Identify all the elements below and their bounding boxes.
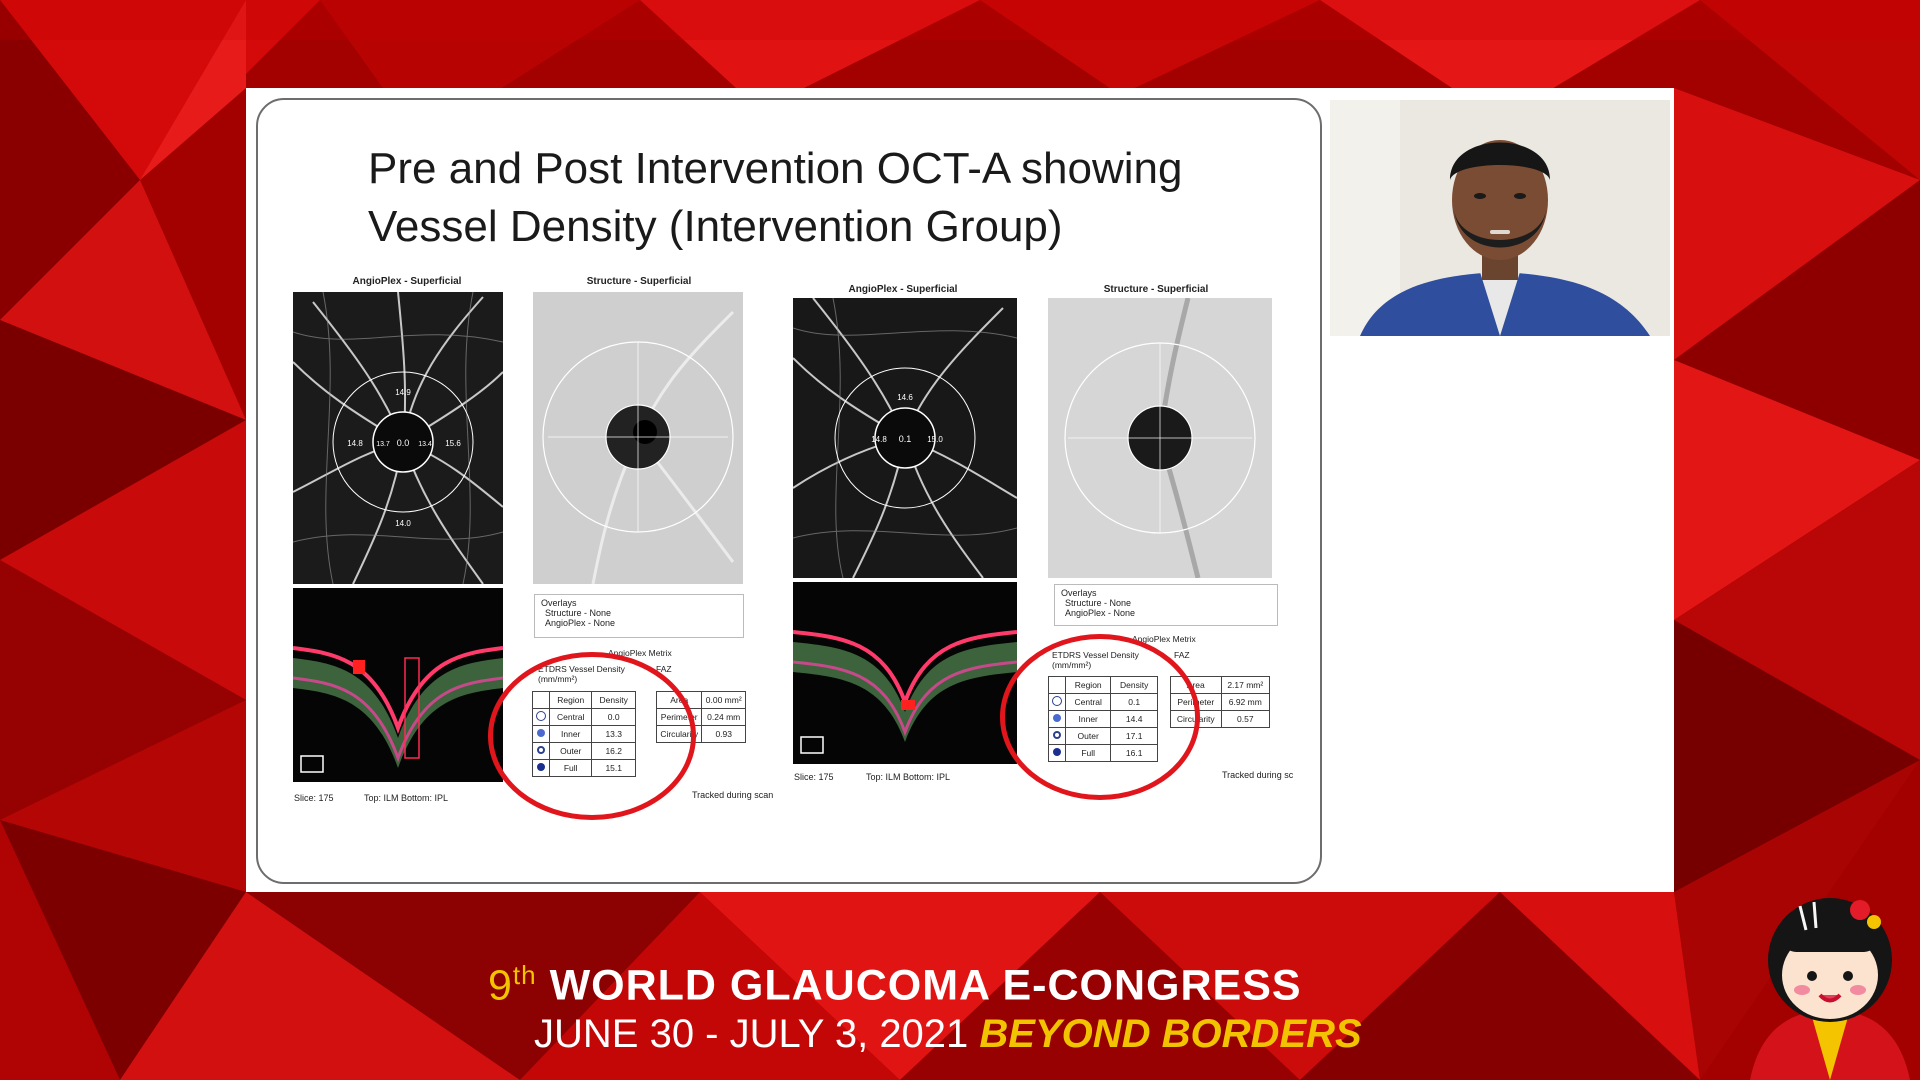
post-faz-title: FAZ xyxy=(1174,650,1190,660)
pre-top-bottom-label: Top: ILM Bottom: IPL xyxy=(364,793,449,803)
post-angio-right-value: 15.0 xyxy=(927,435,943,444)
pre-angioplex-caption: AngioPlex - Superficial xyxy=(352,276,462,287)
presenter-webcam-video xyxy=(1330,100,1670,336)
slide-title-line-2: Vessel Density (Intervention Group) xyxy=(368,202,1063,251)
pre-angio-left-value: 14.8 xyxy=(347,439,363,448)
pre-angio-center-value: 0.0 xyxy=(397,438,410,448)
pre-overlays-box: Overlays Structure - None AngioPlex - No… xyxy=(534,594,744,638)
pre-highlight-circle xyxy=(488,652,696,820)
post-structure-image xyxy=(1048,298,1272,578)
pre-structure-caption: Structure - Superficial xyxy=(586,276,692,287)
post-overlay-angioplex: AngioPlex - None xyxy=(1065,608,1136,618)
post-slice-label: Slice: 175 xyxy=(794,772,834,782)
slide-title-line-1: Pre and Post Intervention OCT-A showing xyxy=(368,144,1183,193)
faz-value-cell: 2.17 mm² xyxy=(1220,676,1271,694)
post-highlight-circle xyxy=(1000,634,1200,800)
pre-angio-inner-right-value: 13.4 xyxy=(418,441,432,448)
post-top-bottom-label: Top: ILM Bottom: IPL xyxy=(866,772,951,782)
pre-structure-image xyxy=(533,292,743,584)
post-bscan-image xyxy=(793,582,1017,764)
event-dates: JUNE 30 - JULY 3, 2021 xyxy=(534,1012,969,1056)
event-ordinal: 9 xyxy=(488,961,513,1010)
pre-overlay-angioplex: AngioPlex - None xyxy=(545,618,616,628)
pre-angio-right-value: 15.6 xyxy=(445,439,461,448)
event-dates-line: JUNE 30 - JULY 3, 2021 BEYOND BORDERS xyxy=(534,1012,1362,1057)
pre-angioplex-image: 0.0 14.9 14.8 13.7 13.4 15.6 14.0 xyxy=(293,292,503,584)
faz-value-cell: 0.24 mm xyxy=(701,708,746,726)
post-overlay-structure: Structure - None xyxy=(1065,598,1132,608)
pre-slice-label: Slice: 175 xyxy=(294,793,334,803)
faz-value-cell: 0.00 mm² xyxy=(701,691,746,709)
pre-bscan-image xyxy=(293,588,503,782)
post-angio-left-value: 14.8 xyxy=(871,435,887,444)
post-overlays-title: Overlays xyxy=(1061,588,1097,598)
pre-angio-bottom-value: 14.0 xyxy=(395,519,411,528)
event-name: WORLD GLAUCOMA E-CONGRESS xyxy=(549,961,1302,1010)
post-overlays-box: Overlays Structure - None AngioPlex - No… xyxy=(1054,584,1278,626)
post-tracked-label: Tracked during sc xyxy=(1222,770,1294,780)
post-angio-top-value: 14.6 xyxy=(897,393,913,402)
event-tagline: BEYOND BORDERS xyxy=(979,1012,1362,1056)
event-ordinal-suffix: th xyxy=(512,960,537,990)
post-angioplex-image: 0.1 14.6 14.8 15.0 xyxy=(793,298,1017,578)
faz-value-cell: 0.57 xyxy=(1220,710,1271,728)
post-angio-center-value: 0.1 xyxy=(899,434,912,444)
pre-angio-top-value: 14.9 xyxy=(395,388,411,397)
pre-angio-inner-left-value: 13.7 xyxy=(376,441,390,448)
slide-title: Pre and Post Intervention OCT-A showing … xyxy=(368,140,1248,256)
presenter-avatar xyxy=(1330,100,1670,336)
mascot-logo xyxy=(1750,898,1910,1080)
pre-tracked-label: Tracked during scan xyxy=(692,790,774,800)
post-structure-caption: Structure - Superficial xyxy=(1103,284,1209,295)
event-title: 9th WORLD GLAUCOMA E-CONGRESS xyxy=(488,960,1302,1010)
post-angioplex-caption: AngioPlex - Superficial xyxy=(848,284,958,295)
pre-overlays-title: Overlays xyxy=(541,598,577,608)
pre-overlay-structure: Structure - None xyxy=(545,608,612,618)
faz-value-cell: 6.92 mm xyxy=(1220,693,1271,711)
faz-value-cell: 0.93 xyxy=(701,725,746,743)
